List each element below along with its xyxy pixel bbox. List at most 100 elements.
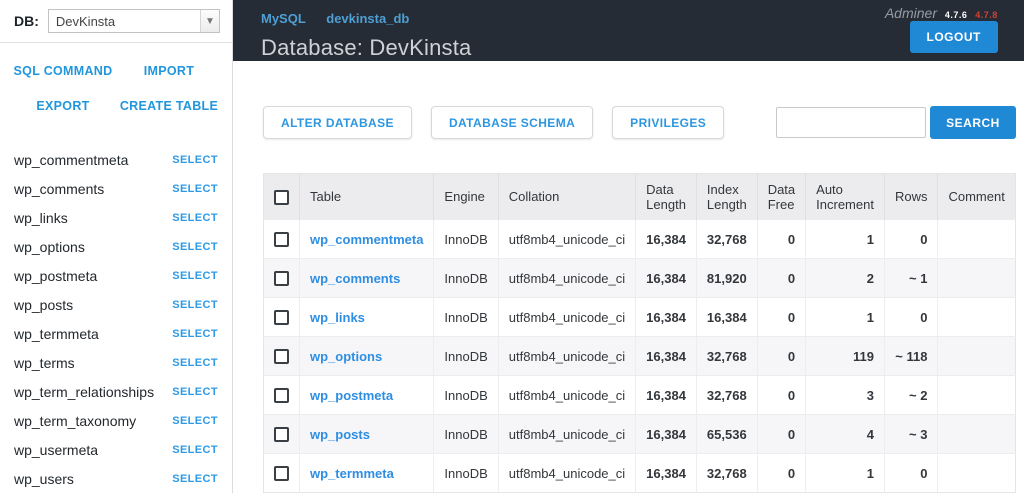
sidebar-select-link[interactable]: SELECT: [172, 212, 218, 224]
table-name-cell: wp_termmeta: [300, 454, 434, 493]
list-item: wp_terms SELECT: [14, 348, 218, 377]
sidebar-table-link[interactable]: wp_postmeta: [14, 268, 97, 284]
breadcrumb-database-link[interactable]: devkinsta_db: [326, 11, 409, 26]
table-name-link[interactable]: wp_posts: [310, 427, 370, 442]
search-input[interactable]: [776, 107, 926, 138]
sql-command-link[interactable]: SQL COMMAND: [10, 64, 116, 78]
search-button[interactable]: SEARCH: [930, 106, 1016, 139]
table-cell: 0: [757, 298, 805, 337]
table-cell: [938, 298, 1015, 337]
table-name-link[interactable]: wp_postmeta: [310, 388, 393, 403]
column-header: Data Free: [757, 174, 805, 220]
table-name-link[interactable]: wp_links: [310, 310, 365, 325]
row-checkbox[interactable]: [274, 427, 289, 442]
version-current: 4.7.6: [945, 10, 968, 20]
sidebar-select-link[interactable]: SELECT: [172, 357, 218, 369]
sidebar-table-link[interactable]: wp_term_taxonomy: [14, 413, 136, 429]
breadcrumb-server-link[interactable]: MySQL: [261, 11, 306, 26]
row-checkbox[interactable]: [274, 232, 289, 247]
table-cell: 65,536: [696, 415, 757, 454]
row-checkbox[interactable]: [274, 271, 289, 286]
sidebar-select-link[interactable]: SELECT: [172, 154, 218, 166]
adminer-version: Adminer 4.7.6 4.7.8: [885, 5, 998, 21]
table-cell: 0: [757, 220, 805, 259]
row-checkbox[interactable]: [274, 310, 289, 325]
list-item: wp_posts SELECT: [14, 290, 218, 319]
table-name-link[interactable]: wp_termmeta: [310, 466, 394, 481]
sidebar-table-link[interactable]: wp_options: [14, 239, 85, 255]
list-item: wp_term_relationships SELECT: [14, 377, 218, 406]
sidebar-table-link[interactable]: wp_links: [14, 210, 68, 226]
table-name-cell: wp_postmeta: [300, 376, 434, 415]
create-table-link[interactable]: CREATE TABLE: [116, 99, 222, 113]
table-name-link[interactable]: wp_comments: [310, 271, 400, 286]
sidebar-table-link[interactable]: wp_term_relationships: [14, 384, 154, 400]
sidebar-select-link[interactable]: SELECT: [172, 386, 218, 398]
toolbar: ALTER DATABASE DATABASE SCHEMA PRIVILEGE…: [263, 106, 1016, 139]
sidebar-select-link[interactable]: SELECT: [172, 444, 218, 456]
table-cell: 3: [806, 376, 885, 415]
table-cell: utf8mb4_unicode_ci: [498, 454, 635, 493]
list-item: wp_comments SELECT: [14, 174, 218, 203]
table-cell: utf8mb4_unicode_ci: [498, 376, 635, 415]
table-cell: 2: [806, 259, 885, 298]
table-cell: 0: [757, 415, 805, 454]
logout-button[interactable]: LOGOUT: [910, 21, 998, 53]
row-checkbox-cell: [264, 259, 300, 298]
sidebar-table-link[interactable]: wp_usermeta: [14, 442, 98, 458]
sidebar-select-link[interactable]: SELECT: [172, 415, 218, 427]
sidebar-table-link[interactable]: wp_posts: [14, 297, 73, 313]
list-item: wp_links SELECT: [14, 203, 218, 232]
table-cell: 16,384: [636, 298, 697, 337]
sidebar-table-list: wp_commentmetaSELECTwp_commentsSELECTwp_…: [0, 131, 232, 493]
table-cell: 119: [806, 337, 885, 376]
sidebar-select-link[interactable]: SELECT: [172, 183, 218, 195]
privileges-button[interactable]: PRIVILEGES: [612, 106, 724, 139]
export-link[interactable]: EXPORT: [10, 99, 116, 113]
sidebar-select-link[interactable]: SELECT: [172, 241, 218, 253]
select-all-checkbox[interactable]: [274, 190, 289, 205]
table-cell: ~ 118: [884, 337, 938, 376]
row-checkbox[interactable]: [274, 466, 289, 481]
table-cell: InnoDB: [434, 337, 498, 376]
sidebar-actions: SQL COMMAND IMPORT EXPORT CREATE TABLE: [0, 43, 232, 131]
database-schema-button[interactable]: DATABASE SCHEMA: [431, 106, 593, 139]
table-name-link[interactable]: wp_options: [310, 349, 382, 364]
main-area: MySQL devkinsta_db Database: DevKinsta A…: [233, 0, 1024, 493]
sidebar-table-link[interactable]: wp_commentmeta: [14, 152, 128, 168]
sidebar-table-link[interactable]: wp_users: [14, 471, 74, 487]
sidebar-table-link[interactable]: wp_termmeta: [14, 326, 99, 342]
list-item: wp_usermeta SELECT: [14, 435, 218, 464]
table-cell: InnoDB: [434, 298, 498, 337]
table-cell: 16,384: [636, 376, 697, 415]
sidebar-table-link[interactable]: wp_comments: [14, 181, 104, 197]
db-selector-row: DB: DevKinsta ▼: [0, 6, 232, 42]
list-item: wp_commentmeta SELECT: [14, 145, 218, 174]
column-header: Engine: [434, 174, 498, 220]
table-row: wp_postsInnoDButf8mb4_unicode_ci16,38465…: [264, 415, 1016, 454]
table-name-cell: wp_links: [300, 298, 434, 337]
table-header-row: TableEngineCollationData LengthIndex Len…: [264, 174, 1016, 220]
version-latest-link[interactable]: 4.7.8: [975, 10, 998, 20]
sidebar-table-link[interactable]: wp_terms: [14, 355, 75, 371]
table-cell: utf8mb4_unicode_ci: [498, 415, 635, 454]
table-name-link[interactable]: wp_commentmeta: [310, 232, 423, 247]
table-name-cell: wp_posts: [300, 415, 434, 454]
alter-database-button[interactable]: ALTER DATABASE: [263, 106, 412, 139]
sidebar-select-link[interactable]: SELECT: [172, 328, 218, 340]
table-cell: 0: [757, 259, 805, 298]
table-cell: 1: [806, 454, 885, 493]
table-row: wp_linksInnoDButf8mb4_unicode_ci16,38416…: [264, 298, 1016, 337]
row-checkbox[interactable]: [274, 349, 289, 364]
table-cell: 32,768: [696, 337, 757, 376]
sidebar-select-link[interactable]: SELECT: [172, 299, 218, 311]
sidebar-select-link[interactable]: SELECT: [172, 270, 218, 282]
db-select[interactable]: DevKinsta ▼: [48, 9, 220, 33]
row-checkbox[interactable]: [274, 388, 289, 403]
content: ALTER DATABASE DATABASE SCHEMA PRIVILEGE…: [233, 61, 1024, 493]
table-cell: 16,384: [636, 220, 697, 259]
sidebar-select-link[interactable]: SELECT: [172, 473, 218, 485]
column-header: Index Length: [696, 174, 757, 220]
import-link[interactable]: IMPORT: [116, 64, 222, 78]
table-name-cell: wp_options: [300, 337, 434, 376]
